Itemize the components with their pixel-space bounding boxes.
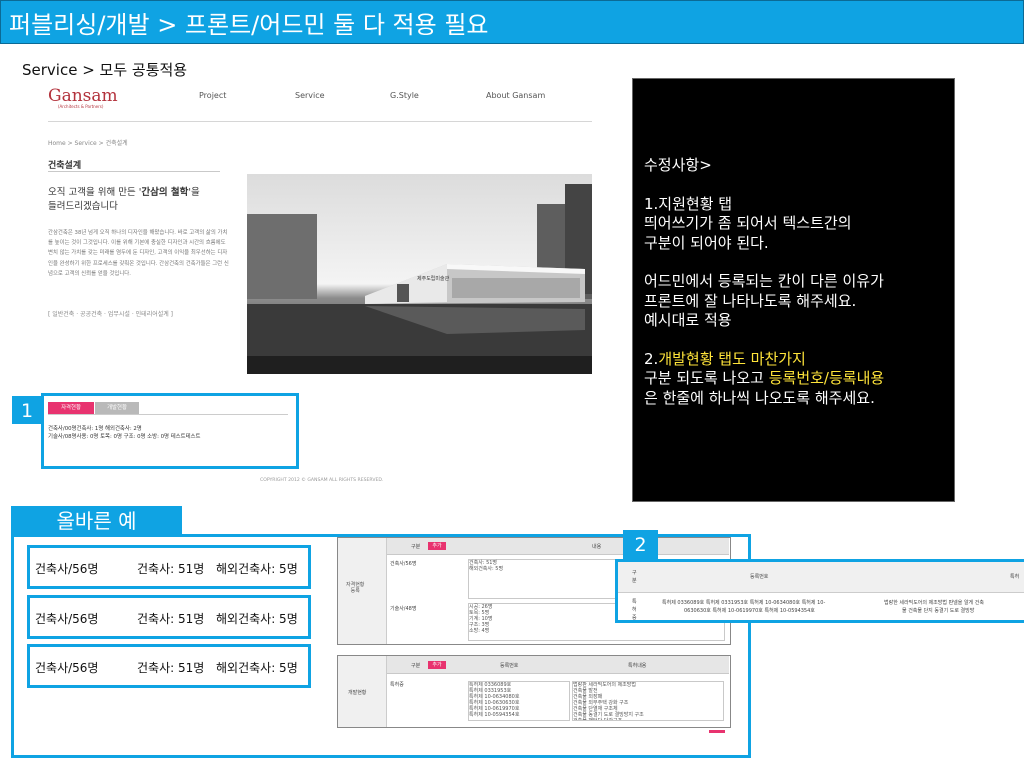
row-label: 자격현황 등록 — [346, 582, 365, 594]
intro-heading-line2: 들려드리겠습니다 — [48, 201, 118, 212]
building-sign: 제주도립미술관 — [417, 275, 450, 282]
callout2-regno: 특허제 0336089호 특허제 0331953호 특허제 10-0634080… — [662, 600, 826, 606]
nav-divider — [48, 121, 592, 122]
example-count: 건축사: 51명 — [137, 562, 205, 576]
building-illustration: 제주도립미술관 — [247, 184, 592, 374]
dev-gubun: 특허증 — [390, 682, 404, 688]
page-breadcrumb: Home > Service > 건축설계 — [48, 140, 128, 147]
example-count: 건축사: 51명 — [137, 612, 205, 626]
memo-line: 프론트에 잘 나타나도록 해주세요. — [644, 291, 857, 310]
example-category: 건축사/56명 — [35, 661, 99, 675]
tab-dev-status[interactable]: 개발현황 — [95, 402, 139, 414]
col-content: 특허내용 — [628, 663, 647, 669]
callout2-col-regno: 등록번호 — [750, 574, 769, 580]
intro-heading-part: 오직 고객을 위해 만든 ' — [48, 187, 142, 198]
nav-service[interactable]: Service — [295, 91, 325, 100]
nav-gstyle[interactable]: G.Style — [390, 91, 419, 100]
callout2-content: 법랑한 세라믹도어의 제조방법 판넬을 알게 건축 — [884, 600, 984, 606]
memo-line: 은 한줄에 하나씩 나오도록 해주세요. — [644, 388, 875, 407]
example-row: 건축사/56명 건축사: 51명 해외건축사: 5명 — [27, 644, 311, 688]
nav-about[interactable]: About Gansam — [486, 91, 545, 100]
site-logo[interactable]: Gansam — [48, 86, 118, 106]
callout2-col-content: 특허 — [1010, 574, 1020, 580]
col-gubun: 구분 — [411, 663, 421, 669]
callout-frame-2: 구분 등록번호 특허 특허증 특허제 0336089호 특허제 0331953호… — [615, 559, 1024, 623]
memo-highlight: 등록번호/등록내용 — [768, 369, 885, 388]
memo-line: 예시대로 적용 — [644, 311, 732, 330]
intro-heading: 오직 고객을 위해 만든 '간삼의 철학'을 들려드리겠습니다 — [48, 186, 238, 214]
callout2-col-gubun: 구분 — [632, 570, 637, 584]
add-button[interactable]: 추가 — [428, 542, 446, 550]
col-gubun: 구분 — [411, 544, 421, 550]
col-content: 내용 — [592, 544, 602, 550]
tab-divider — [48, 414, 288, 415]
memo-item1-title: 1.지원현황 탭 — [644, 194, 733, 213]
example-count: 해외건축사: 5명 — [216, 661, 298, 675]
license-line: 기술사/08명사용: 0명 토목: 0명 구조: 0명 소방: 0명 테스트테스… — [48, 434, 201, 440]
building-photo: 제주도립미술관 — [247, 174, 592, 374]
example-category: 건축사/56명 — [35, 612, 99, 626]
intro-heading-bold: 간삼의 철학 — [141, 187, 189, 198]
admin-dev-table: 구분 추가 등록번호 특허내용 개발현황 특허증 특허제 0336089호 특허… — [337, 655, 731, 728]
example-category: 건축사/56명 — [35, 562, 99, 576]
project-tags: [ 일반건축 · 공공건축 · 업무시설 · 인테리어설계 ] — [48, 311, 174, 318]
slide-title-bar: 퍼블리싱/개발 > 프론트/어드민 둘 다 적용 필요 — [0, 0, 1024, 44]
callout2-gubun: 특허증 — [632, 599, 637, 621]
tab-license-status[interactable]: 자격현황 — [48, 402, 94, 414]
memo-line: 구분 되도록 나오고 등록번호/등록내용 — [644, 369, 949, 388]
revision-memo-text: 수정사항> 1.지원현황 탭 띄어쓰기가 좀 되어서 텍스트간의 구분이 되어야… — [644, 156, 949, 408]
example-count: 건축사: 51명 — [137, 661, 205, 675]
memo-highlight: 개발현황 탭도 마찬가지 — [658, 350, 806, 369]
callout-number-2: 2 — [623, 530, 658, 560]
slide-title: 퍼블리싱/개발 > 프론트/어드민 둘 다 적용 필요 — [9, 11, 489, 39]
callout2-regno: 0630630호 특허제 10-0619970호 특허제 10-0594354호 — [684, 608, 815, 614]
memo-item2-title: 2.개발현황 탭도 마찬가지 — [644, 350, 949, 369]
memo-item2-prefix: 2. — [644, 350, 659, 369]
scope-breadcrumb: Service > 모두 공통적용 — [22, 61, 188, 79]
example-label: 올바른 예 — [11, 506, 182, 536]
intro-body: 간삼건축은 38년 넘게 오직 하나의 디자인을 해왔습니다. 바로 고객의 삶… — [48, 230, 229, 277]
site-logo-subtitle: (Architects & Partners) — [58, 104, 104, 109]
memo-line: 어드민에서 등록되는 칸이 다른 이유가 — [644, 272, 884, 291]
example-count: 해외건축사: 5명 — [216, 612, 298, 626]
license-line: 건축사/00명건축사: 1명 해외건축사: 2명 — [48, 426, 142, 432]
memo-line: 띄어쓰기가 좀 되어서 텍스트간의 — [644, 214, 852, 233]
memo-line: 구분이 되어야 된다. — [644, 233, 769, 252]
callout2-content: 물 건축물 단지 동결기 도로 결빙방 — [902, 608, 975, 614]
license-gubun: 건축사/56명 — [390, 561, 417, 567]
footer-copyright: COPYRIGHT 2012 © GANSAM ALL RIGHTS RESER… — [260, 478, 384, 483]
pagination-indicator — [709, 730, 725, 733]
dev-content-field[interactable]: 법랑판 세라믹도어의 제조방법 건축물 발전 건축물 외장패 건축물 외부주택 … — [572, 681, 724, 721]
add-button[interactable]: 추가 — [428, 661, 446, 669]
example-count: 해외건축사: 5명 — [216, 562, 298, 576]
memo-text-plain: 구분 되도록 나오고 — [644, 369, 769, 388]
dev-regno-field[interactable]: 특허제 0336089호 특허제 0331953호 특허제 10-0634080… — [468, 681, 570, 721]
heading-underline — [48, 171, 220, 172]
license-gubun: 기술사/48명 — [390, 606, 417, 612]
callout-number-1: 1 — [12, 396, 42, 424]
page-heading: 건축설계 — [48, 161, 82, 171]
memo-title: 수정사항> — [644, 156, 712, 174]
col-regno: 등록번호 — [500, 663, 519, 669]
example-row: 건축사/56명 건축사: 51명 해외건축사: 5명 — [27, 595, 311, 639]
row-label: 개발현황 — [348, 690, 367, 696]
intro-heading-after: '을 — [188, 187, 200, 198]
nav-project[interactable]: Project — [199, 91, 226, 100]
callout2-header — [618, 562, 1024, 593]
example-row: 건축사/56명 건축사: 51명 해외건축사: 5명 — [27, 545, 311, 589]
